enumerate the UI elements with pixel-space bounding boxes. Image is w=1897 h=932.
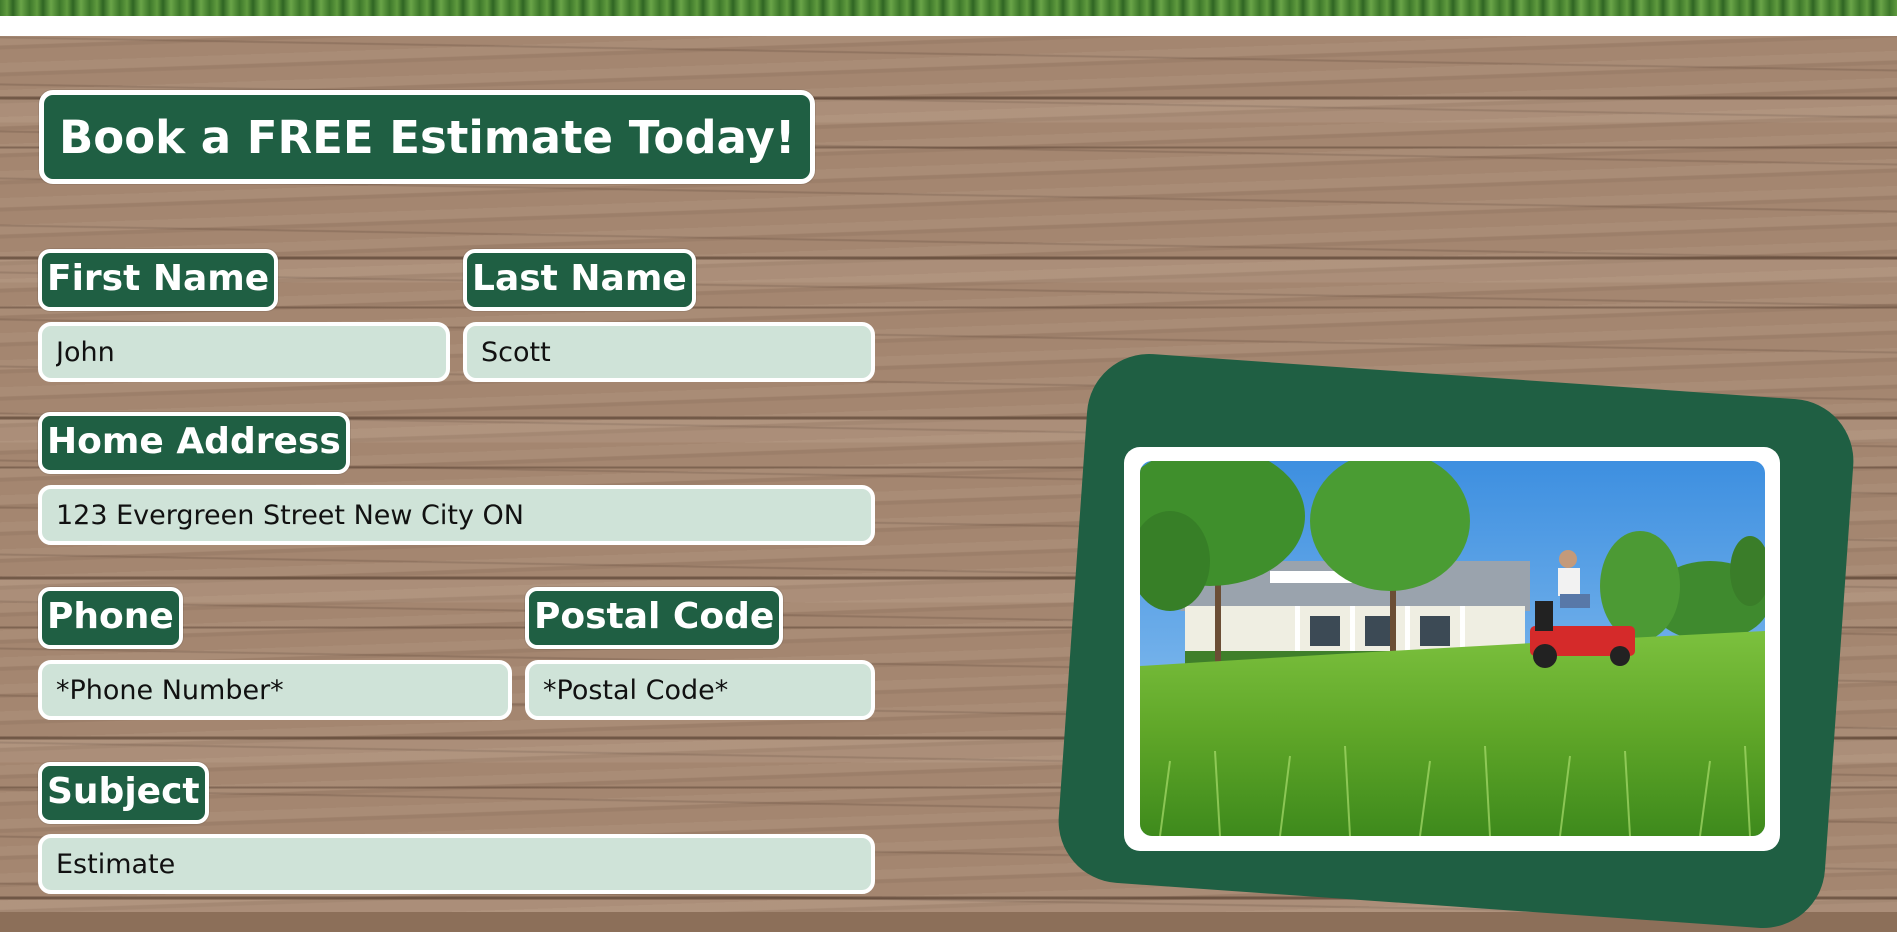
phone-input[interactable] (38, 660, 512, 720)
first-name-label: First Name (38, 249, 279, 311)
postal-code-label: Postal Code (525, 587, 784, 649)
header-grass-banner (0, 0, 1897, 16)
first-name-input[interactable] (38, 322, 450, 382)
home-address-label: Home Address (38, 412, 350, 474)
phone-label: Phone (38, 587, 183, 649)
last-name-input[interactable] (463, 322, 875, 382)
last-name-label: Last Name (463, 249, 696, 311)
home-address-input[interactable] (38, 485, 875, 545)
lawn-mower-photo (1140, 461, 1765, 836)
page-title: Book a FREE Estimate Today! (39, 90, 816, 184)
header-divider (0, 16, 1897, 36)
subject-input[interactable] (38, 834, 875, 894)
postal-code-input[interactable] (525, 660, 875, 720)
subject-label: Subject (38, 762, 209, 824)
